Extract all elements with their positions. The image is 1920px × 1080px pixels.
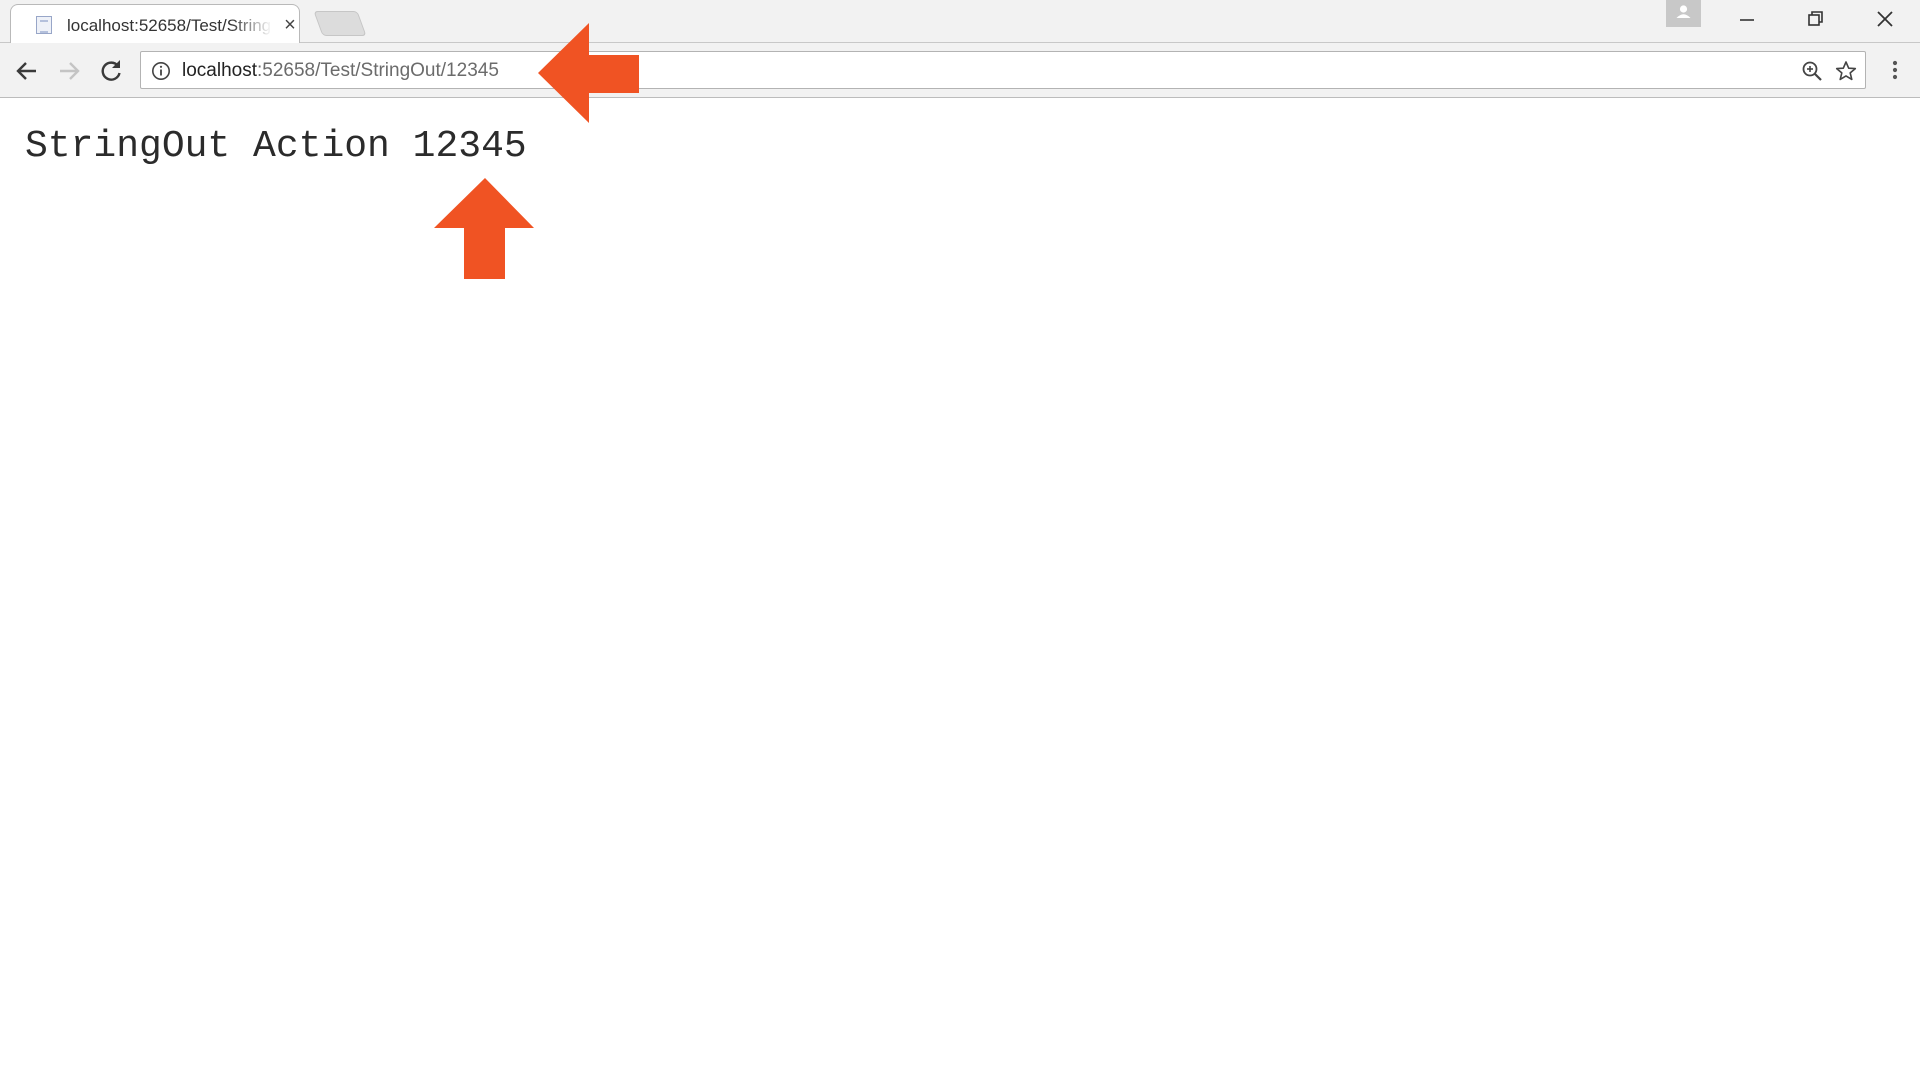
browser-title-bar: localhost:52658/Test/StringOut/12345 × [0, 0, 1920, 44]
browser-menu-button[interactable] [1882, 55, 1908, 85]
reload-icon [101, 60, 121, 81]
left-arrow-annotation-icon [538, 23, 639, 123]
restore-icon [1808, 11, 1823, 26]
browser-toolbar: localhost:52658/Test/StringOut/12345 [0, 43, 1920, 98]
page-favicon-icon [36, 16, 52, 34]
zoom-icon[interactable] [1801, 60, 1823, 82]
page-output-text: StringOut Action 12345 [25, 125, 527, 168]
new-tab-button[interactable] [313, 11, 367, 36]
url-host: localhost [182, 60, 257, 81]
browser-tab[interactable]: localhost:52658/Test/StringOut/12345 × [10, 4, 300, 44]
restore-button[interactable] [1790, 3, 1840, 35]
url-path: :52658/Test/StringOut/12345 [257, 60, 499, 81]
kebab-menu-icon [1892, 60, 1898, 80]
back-arrow-icon [16, 62, 36, 80]
forward-arrow-icon [60, 62, 80, 80]
info-icon[interactable] [151, 61, 171, 81]
reload-button[interactable] [96, 56, 126, 86]
profile-icon [1676, 5, 1691, 18]
minimize-button[interactable] [1722, 3, 1772, 35]
tab-close-button[interactable]: × [280, 14, 300, 36]
close-window-button[interactable] [1860, 3, 1910, 35]
address-bar[interactable]: localhost:52658/Test/StringOut/12345 [140, 51, 1866, 89]
back-button[interactable] [12, 56, 42, 86]
star-icon[interactable] [1835, 60, 1857, 82]
up-arrow-annotation-icon [434, 178, 534, 279]
minimize-icon [1740, 19, 1754, 21]
page-content: StringOut Action 12345 [0, 98, 1920, 1080]
tab-title: localhost:52658/Test/StringOut/12345 [67, 16, 272, 35]
address-url[interactable]: localhost:52658/Test/StringOut/12345 [182, 59, 499, 83]
forward-button[interactable] [54, 56, 84, 86]
profile-button[interactable] [1666, 0, 1701, 27]
close-icon [1877, 11, 1893, 27]
